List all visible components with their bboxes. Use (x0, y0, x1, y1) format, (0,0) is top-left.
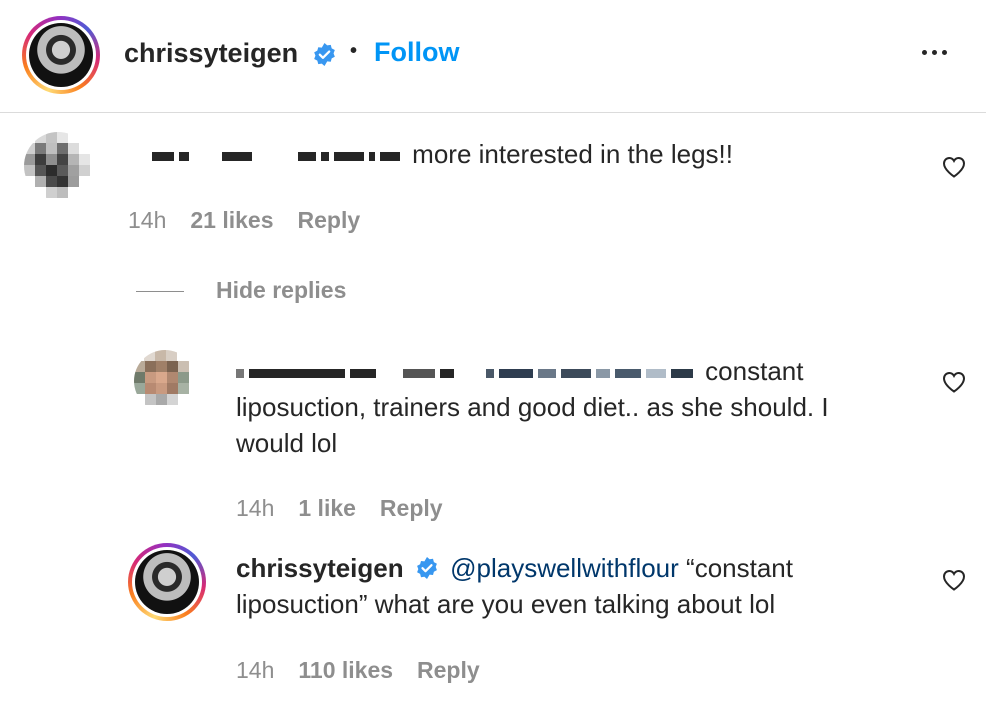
profile-avatar[interactable] (22, 16, 100, 94)
comment-text: more interested in the legs!! (152, 136, 892, 172)
reply-1-time: 14h (236, 495, 275, 521)
header-username[interactable]: chrissyteigen (124, 38, 298, 69)
avatar-photo (29, 23, 93, 87)
reply-2-line2: liposuction” what are you even talking a… (236, 589, 776, 619)
comment-time: 14h (128, 207, 167, 233)
more-horizontal-icon[interactable] (922, 50, 947, 55)
reply-1-line1: constant (705, 356, 804, 386)
reply-2-text: chrissyteigen @playswellwithflour “const… (236, 550, 916, 622)
reply-2-line1-rest: “constant (686, 553, 793, 583)
reply-1-line3: would lol (236, 428, 338, 458)
hide-replies-divider (136, 291, 184, 292)
reply-2-time: 14h (236, 657, 275, 683)
verified-badge-icon (314, 43, 335, 66)
commenter-avatar-pixelated[interactable] (24, 132, 92, 200)
reply-1-line2: liposuction, trainers and good diet.. as… (236, 392, 829, 422)
verified-badge-icon (416, 557, 437, 579)
comment-likes[interactable]: 21 likes (190, 207, 273, 234)
reply-2-likes[interactable]: 110 likes (298, 657, 393, 684)
reply-1-likes[interactable]: 1 like (298, 495, 356, 522)
reply-avatar-pixelated[interactable] (134, 350, 196, 412)
comment-reply-button[interactable]: Reply (298, 207, 361, 234)
follow-button[interactable]: Follow (374, 37, 459, 68)
redacted-username (152, 139, 412, 169)
post-header: chrissyteigen • Follow (0, 0, 986, 113)
reply-2-mention[interactable]: @playswellwithflour (450, 553, 679, 583)
reply-2-meta: 14h 110 likes Reply (236, 657, 480, 684)
comment-visible-text: more interested in the legs!! (412, 139, 734, 169)
like-heart-icon[interactable] (942, 569, 966, 591)
reply-2-avatar[interactable] (128, 543, 206, 621)
like-heart-icon[interactable] (942, 371, 966, 393)
reply-1-text: constant liposuction, trainers and good … (236, 353, 916, 461)
hide-replies-button[interactable]: Hide replies (216, 277, 346, 304)
reply-1-reply-button[interactable]: Reply (380, 495, 443, 522)
like-heart-icon[interactable] (942, 156, 966, 178)
comment-meta: 14h 21 likes Reply (128, 207, 360, 234)
reply-2-reply-button[interactable]: Reply (417, 657, 480, 684)
avatar-photo (135, 550, 199, 614)
reply-2-username[interactable]: chrissyteigen (236, 553, 404, 583)
header-separator: • (350, 40, 358, 62)
redacted-username (236, 356, 705, 386)
reply-1-meta: 14h 1 like Reply (236, 495, 443, 522)
